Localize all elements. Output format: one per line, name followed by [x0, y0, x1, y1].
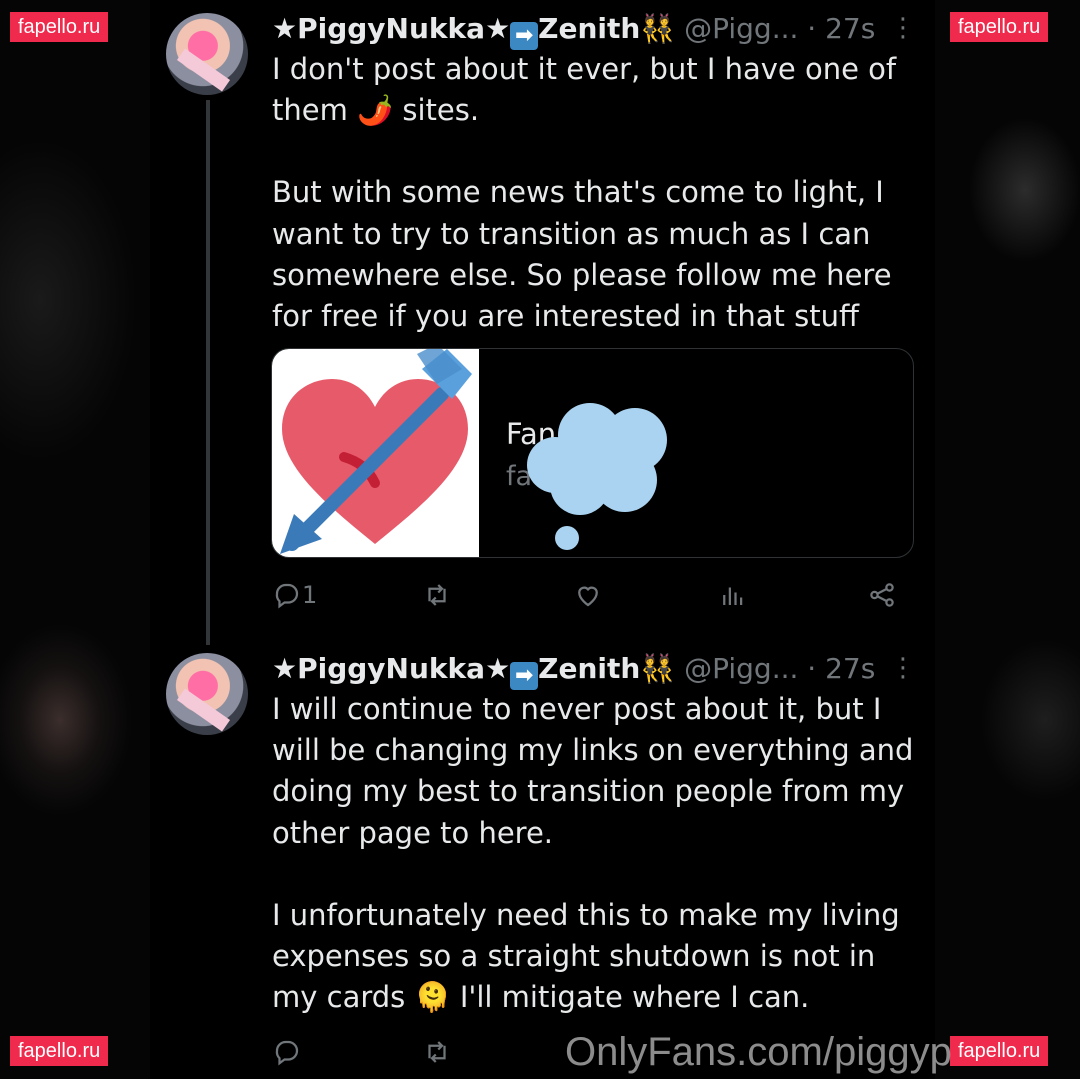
like-button[interactable]: [573, 579, 603, 611]
watermark-top-left: fapello.ru: [10, 12, 109, 42]
blurred-backdrop-right: [935, 0, 1080, 1079]
user-handle[interactable]: @Pigg...: [684, 652, 798, 685]
tweet-paragraph: I unfortunately need this to make my liv…: [272, 897, 900, 1015]
watermark-top-right: fapello.ru: [950, 12, 1049, 42]
watermark-bottom-left: fapello.ru: [10, 1036, 109, 1066]
timestamp[interactable]: · 27s: [807, 12, 875, 45]
avatar[interactable]: [166, 653, 248, 735]
display-name[interactable]: ★PiggyNukka★ ➡ Zenith👯: [272, 652, 676, 690]
retweet-button[interactable]: [422, 579, 452, 611]
display-name[interactable]: ★PiggyNukka★ ➡ Zenith👯: [272, 12, 676, 50]
tweet-text: I will continue to never post about it, …: [272, 689, 922, 1018]
arrow-right-icon: ➡: [510, 22, 539, 50]
watermark-bottom-right: fapello.ru: [950, 1036, 1049, 1066]
heart-icon: [578, 586, 598, 607]
more-dots-icon[interactable]: ⋮: [890, 655, 916, 681]
arrow-right-icon: ➡: [510, 662, 539, 690]
views-icon: [723, 587, 743, 605]
share-icon: [870, 583, 894, 607]
retweet-icon: [428, 584, 446, 606]
display-name-main: ★PiggyNukka★: [272, 652, 511, 685]
display-name-tail: Zenith👯: [538, 652, 676, 685]
display-name-main: ★PiggyNukka★: [272, 12, 511, 45]
blurred-backdrop-left: [0, 0, 150, 1079]
reply-button[interactable]: [272, 1036, 302, 1068]
reply-icon: [275, 1040, 299, 1066]
tweet-text: I don't post about it ever, but I have o…: [272, 49, 922, 337]
retweet-icon: [428, 1041, 446, 1063]
tweet-paragraph: I will continue to never post about it, …: [272, 692, 914, 850]
more-dots-icon[interactable]: ⋮: [890, 15, 916, 41]
tweet-header: ★PiggyNukka★ ➡ Zenith👯 @Pigg... · 27s: [272, 12, 875, 50]
thought-cloud-icon: [527, 403, 667, 550]
onlyfans-watermark: OnlyFans.com/piggyp: [565, 1030, 952, 1074]
share-button[interactable]: [867, 579, 897, 611]
reply-icon: [275, 583, 299, 609]
reply-button[interactable]: 1: [272, 579, 317, 611]
avatar[interactable]: [166, 13, 248, 95]
reply-count: 1: [302, 581, 318, 609]
tweet-header: ★PiggyNukka★ ➡ Zenith👯 @Pigg... · 27s: [272, 652, 875, 690]
heart-with-arrow-icon: [272, 349, 479, 557]
tweet-paragraph: But with some news that's come to light,…: [272, 175, 892, 334]
timestamp[interactable]: · 27s: [807, 652, 875, 685]
tweet-actions: 1: [272, 579, 912, 611]
display-name-tail: Zenith👯: [538, 12, 676, 45]
user-handle[interactable]: @Pigg...: [684, 12, 798, 45]
retweet-button[interactable]: [422, 1036, 452, 1068]
thread-connector-line: [206, 100, 210, 645]
tweet-paragraph: I don't post about it ever, but I have o…: [272, 52, 897, 128]
views-button[interactable]: [718, 579, 748, 611]
